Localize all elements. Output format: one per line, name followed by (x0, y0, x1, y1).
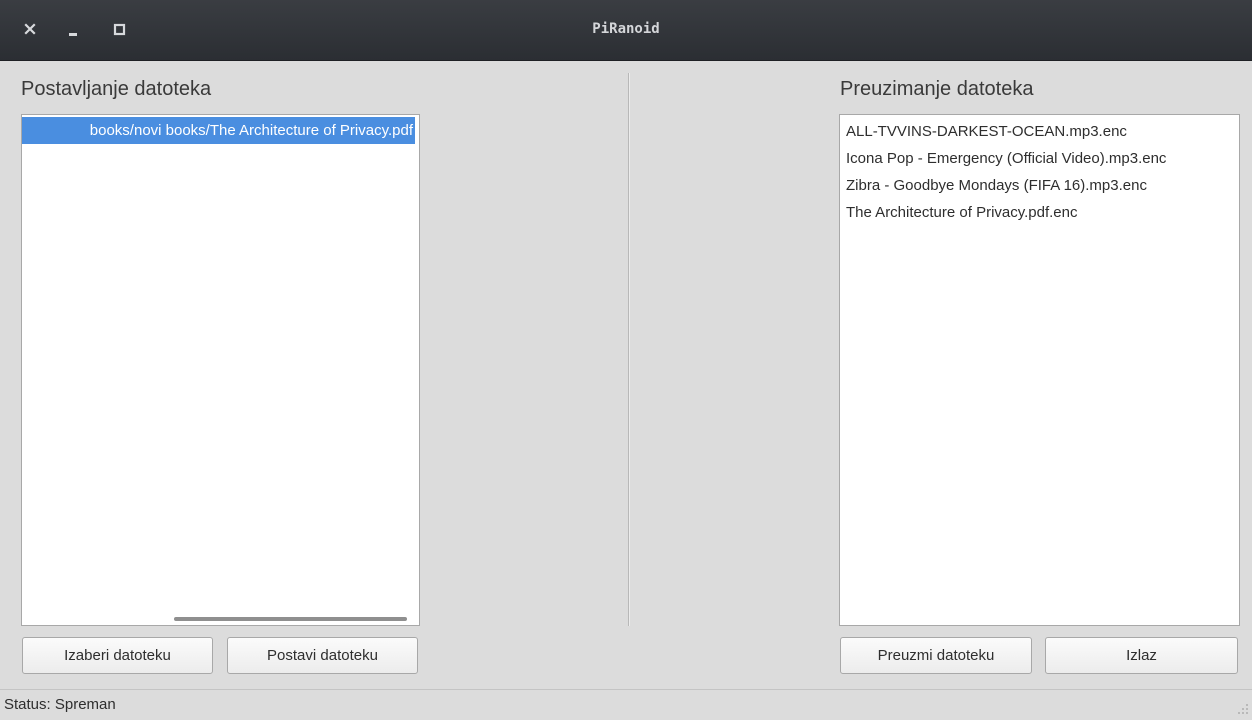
horizontal-scrollbar[interactable] (174, 617, 407, 621)
download-file-item[interactable]: The Architecture of Privacy.pdf.enc (846, 199, 1078, 226)
window-title: PiRanoid (592, 21, 660, 37)
choose-file-button[interactable]: Izaberi datoteku (22, 637, 213, 674)
title-bar: PiRanoid (0, 0, 1252, 61)
upload-file-list[interactable]: books/novi books/The Architecture of Pri… (21, 114, 420, 626)
status-bar: Status: Spreman (0, 690, 1252, 718)
exit-button[interactable]: Izlaz (1045, 637, 1238, 674)
download-file-item[interactable]: ALL-TVVINS-DARKEST-OCEAN.mp3.enc (846, 118, 1127, 145)
download-file-list[interactable]: ALL-TVVINS-DARKEST-OCEAN.mp3.enc Icona P… (839, 114, 1240, 626)
download-file-item[interactable]: Zibra - Goodbye Mondays (FIFA 16).mp3.en… (846, 172, 1147, 199)
upload-section-title: Postavljanje datoteka (21, 78, 212, 100)
status-text: Status: Spreman (4, 696, 116, 713)
download-section-title: Preuzimanje datoteka (840, 78, 1034, 100)
download-file-button[interactable]: Preuzmi datoteku (840, 637, 1032, 674)
resize-grip-icon[interactable] (1235, 701, 1249, 715)
upload-file-item[interactable]: books/novi books/The Architecture of Pri… (22, 117, 415, 144)
vertical-divider-highlight (629, 73, 630, 626)
upload-file-button[interactable]: Postavi datoteku (227, 637, 418, 674)
download-file-item[interactable]: Icona Pop - Emergency (Official Video).m… (846, 145, 1166, 172)
